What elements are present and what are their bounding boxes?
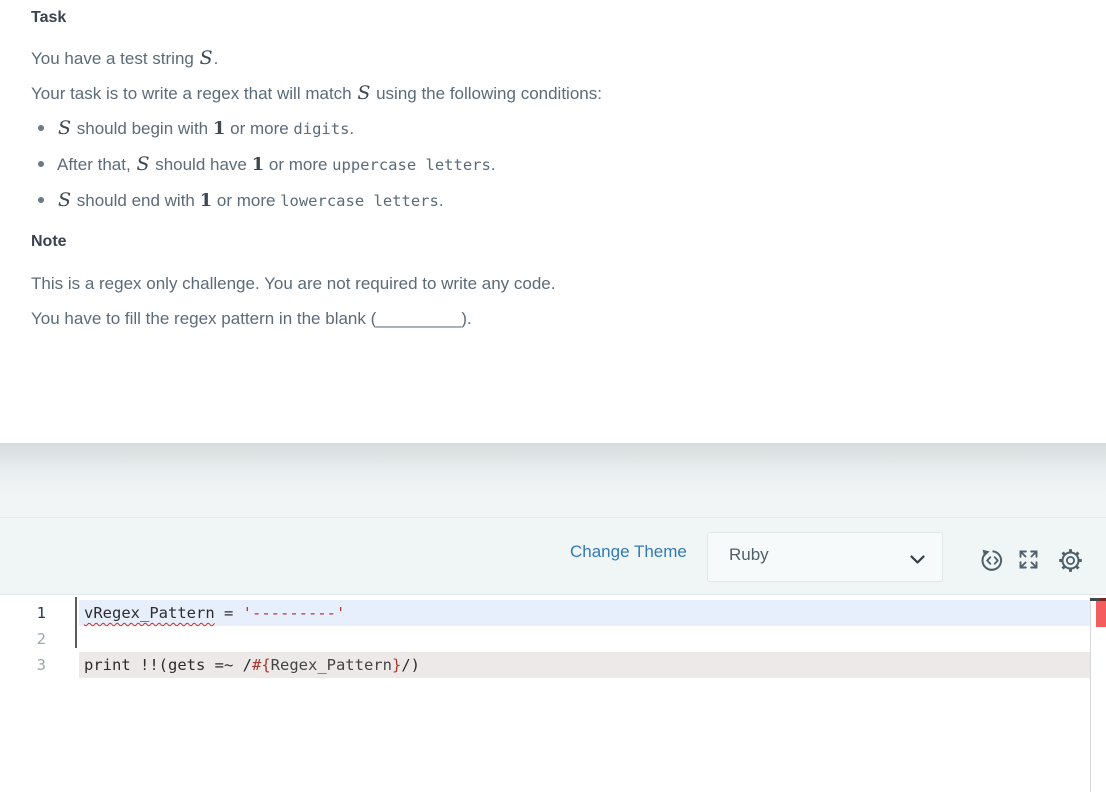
inline-code-digits: digits	[293, 120, 350, 138]
chevron-down-icon	[910, 552, 925, 570]
reset-code-icon[interactable]	[979, 547, 1006, 579]
math-var-s: S	[58, 117, 72, 139]
paragraph-note-2: You have to fill the regex pattern in th…	[31, 306, 472, 332]
code-token-operator: =	[214, 604, 243, 622]
pane-top-shadow	[0, 443, 1106, 517]
math-var-s: S	[357, 82, 371, 104]
task-heading: Task	[31, 9, 67, 26]
math-num-1: 1	[212, 118, 226, 139]
bullet-uppercase: After that, S should have 1 or more uppe…	[38, 151, 496, 178]
bullet-begin-digits: S should begin with 1 or more digits.	[38, 115, 354, 142]
code-editor[interactable]: 1 2 3 vRegex_Pattern = '---------' print…	[0, 595, 1106, 792]
settings-gear-icon[interactable]	[1057, 547, 1084, 579]
change-theme-link[interactable]: Change Theme	[570, 542, 687, 562]
bullet-dot	[38, 161, 44, 168]
language-select-value: Ruby	[729, 545, 769, 564]
math-var-s: S	[136, 153, 150, 175]
bullet-text: or more	[264, 155, 333, 174]
p2-tail: using the following conditions:	[371, 84, 602, 103]
code-line-1[interactable]: vRegex_Pattern = '---------'	[84, 600, 345, 626]
line-number: 2	[36, 630, 46, 648]
bullet-text: should end with	[72, 191, 200, 210]
problem-statement: Task You have a test string S. Your task…	[0, 0, 1106, 443]
paragraph-note-1: This is a regex only challenge. You are …	[31, 274, 556, 293]
fullscreen-icon[interactable]	[1016, 547, 1041, 577]
bullet-period: .	[349, 119, 355, 138]
code-line-3[interactable]: print !!(gets =~ /#{Regex_Pattern}/)	[84, 652, 420, 678]
math-var-s: S	[58, 189, 72, 211]
bullet-lowercase: S should end with 1 or more lowercase le…	[38, 187, 444, 214]
code-token-string: '---------'	[242, 604, 346, 622]
scrollbar-track	[1090, 597, 1091, 792]
text-cursor	[75, 597, 77, 648]
blank-underscores: _________	[376, 309, 462, 328]
bullet-period: .	[438, 191, 444, 210]
math-num-1: 1	[251, 154, 265, 175]
bullet-lead: After that,	[57, 155, 136, 174]
bullet-dot	[38, 197, 44, 204]
bullet-text: should begin with	[72, 119, 213, 138]
code-token-variable: Regex_Pattern	[270, 656, 392, 674]
code-token-plain: /)	[401, 656, 420, 674]
error-annotation-marker	[1096, 601, 1106, 627]
bullet-text: should have	[150, 155, 252, 174]
paragraph-test-string: You have a test string S.	[31, 45, 218, 72]
inline-code-lowercase: lowercase letters	[280, 192, 439, 210]
math-var-s: S	[199, 47, 213, 69]
editor-toolbar: Change Theme Ruby	[0, 517, 1106, 595]
bullet-dot	[38, 125, 44, 132]
code-token-plain: print !!(gets =~ /	[84, 656, 252, 674]
p1-period: .	[213, 49, 219, 68]
code-token-interp-close: }	[391, 656, 402, 674]
language-select[interactable]: Ruby	[707, 532, 943, 582]
inline-code-uppercase: uppercase letters	[332, 156, 491, 174]
note-heading: Note	[31, 233, 67, 250]
math-num-1: 1	[199, 190, 213, 211]
code-token-variable: vRegex_Pattern	[84, 604, 215, 622]
bullet-text: or more	[225, 119, 294, 138]
paragraph-task-intro: Your task is to write a regex that will …	[31, 80, 602, 107]
note2-tail: ).	[461, 309, 472, 328]
p2-text: Your task is to write a regex that will …	[31, 84, 357, 103]
code-token-interp-open: #{	[251, 656, 271, 674]
line-number: 1	[36, 604, 46, 622]
bullet-text: or more	[212, 191, 281, 210]
line-number: 3	[36, 656, 46, 674]
bullet-period: .	[490, 155, 496, 174]
note2-text: You have to fill the regex pattern in th…	[31, 309, 377, 328]
p1-text: You have a test string	[31, 49, 199, 68]
